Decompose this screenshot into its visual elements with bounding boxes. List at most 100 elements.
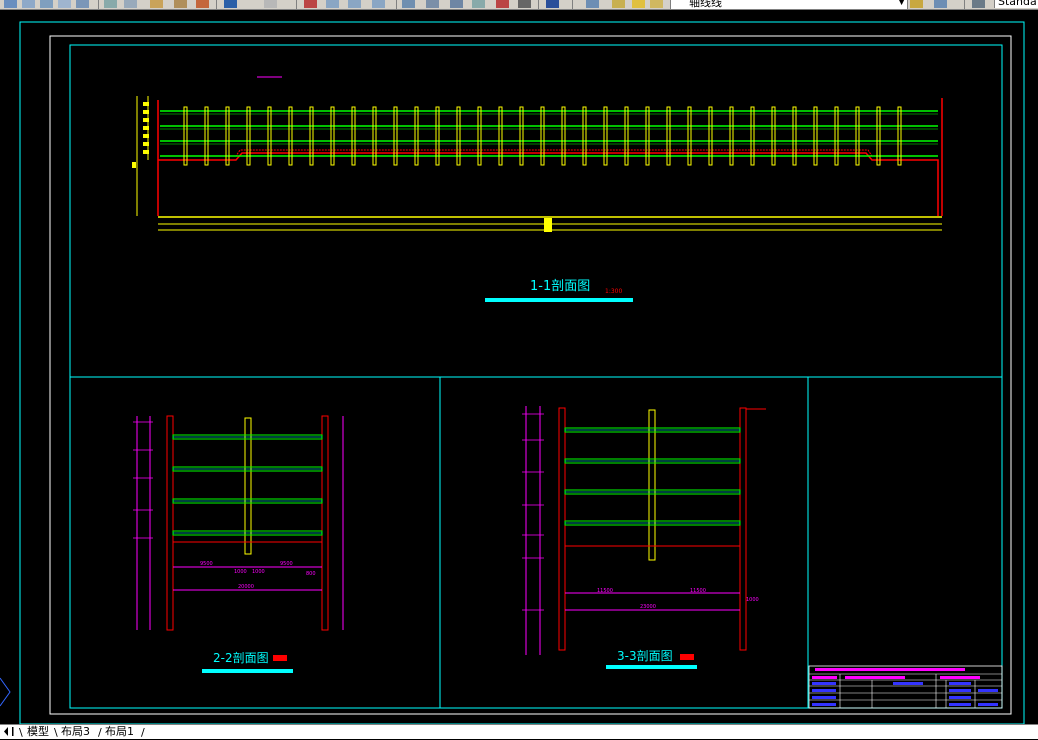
ucs-icon: [0, 677, 11, 707]
toolbar-separator: [538, 0, 539, 9]
left-wall: [166, 415, 174, 631]
title-block-text: [949, 696, 971, 699]
dimension-mark: [143, 110, 149, 114]
text-style-name: Standa: [998, 0, 1037, 8]
layer-freeze-icon[interactable]: [632, 0, 645, 8]
tab-layout-1[interactable]: 布局1: [102, 725, 137, 739]
dim-right-half: 11500: [690, 588, 706, 594]
match-properties-icon[interactable]: [174, 0, 187, 8]
dimension-mark: [143, 142, 149, 146]
dim-right-half: 9500: [280, 561, 293, 567]
toolbar-separator: [216, 0, 217, 9]
title-block-text: [978, 703, 998, 706]
help-icon[interactable]: [546, 0, 559, 8]
sheet-set-icon[interactable]: [472, 0, 485, 8]
dimension-mark: [143, 126, 149, 130]
toolbar-separator: [296, 0, 297, 9]
save-icon[interactable]: [40, 0, 53, 8]
dim-left-half: 11500: [597, 588, 613, 594]
title-underline: [202, 669, 293, 673]
copy-icon[interactable]: [124, 0, 137, 8]
scale-mark: [273, 655, 287, 661]
section-1-scale: 1:300: [605, 288, 622, 295]
redo-icon[interactable]: [264, 0, 277, 8]
dimension-marks: [132, 102, 149, 168]
pan-icon[interactable]: [304, 0, 317, 8]
dimension-mark: [132, 162, 136, 168]
dim-center-a: 1000: [234, 569, 247, 575]
toolbar-separator: [572, 0, 573, 9]
dimension-mark: [143, 118, 149, 122]
strut-group: [160, 110, 938, 157]
markup-icon[interactable]: [496, 0, 509, 8]
make-current-layer-icon[interactable]: [910, 0, 923, 8]
preview-icon[interactable]: [76, 0, 89, 8]
toolbar: 轴线线 ▼ Standa: [0, 0, 1038, 10]
chevron-down-icon: ▼: [898, 0, 905, 7]
right-wall: [321, 415, 329, 631]
right-wall: [739, 407, 747, 651]
title-block-frame: [808, 665, 1003, 709]
section-2-title: 2-2剖面图: [213, 651, 269, 665]
paste-icon[interactable]: [150, 0, 163, 8]
calculator-icon[interactable]: [518, 0, 531, 8]
layer-state-icon[interactable]: [612, 0, 625, 8]
toolbar-separator: [964, 0, 965, 9]
text-style-icon[interactable]: [972, 0, 985, 8]
section-3-title: 3-3剖面图: [617, 649, 673, 663]
zoom-realtime-icon[interactable]: [326, 0, 339, 8]
section-3-3: 11500 11500 1000 23000 3-3剖面图: [522, 406, 766, 669]
title-block-text: [940, 676, 980, 679]
dimension-mark: [143, 134, 149, 138]
layer-previous-icon[interactable]: [934, 0, 947, 8]
dim-right-small: 1000: [746, 597, 759, 603]
undo-icon[interactable]: [224, 0, 237, 8]
dimension-mark: [143, 102, 149, 106]
title-block-text: [949, 682, 971, 685]
block-editor-icon[interactable]: [196, 0, 209, 8]
title-block-text: [812, 682, 836, 685]
layer-manager-icon[interactable]: [586, 0, 599, 8]
zoom-previous-icon[interactable]: [372, 0, 385, 8]
tool-palettes-icon[interactable]: [450, 0, 463, 8]
layer-lock-icon[interactable]: [650, 0, 663, 8]
title-block-text: [812, 689, 836, 692]
scale-mark: [680, 654, 694, 660]
tab-model[interactable]: 模型: [24, 725, 52, 739]
center-pile: [244, 417, 252, 555]
drawing-canvas[interactable]: 1-1剖面图 1:300 9500 9500 1000 1000 800 200…: [0, 10, 1038, 725]
title-block-text: [815, 668, 965, 671]
tab-first-icon[interactable]: [4, 727, 8, 736]
paper-border: [49, 35, 1012, 715]
dim-center-b: 1000: [252, 569, 265, 575]
section-1-title: 1-1剖面图: [530, 279, 590, 294]
print-icon[interactable]: [58, 0, 71, 8]
tab-next-icon[interactable]: [12, 727, 16, 736]
tab-layout-3[interactable]: 布局3: [58, 725, 93, 739]
section-1-1: 1-1剖面图 1:300: [132, 76, 943, 302]
title-block-text: [812, 696, 836, 699]
layer-name: 轴线线: [689, 0, 722, 9]
title-underline: [606, 665, 697, 669]
text-style-dropdown[interactable]: Standa: [994, 0, 1038, 8]
title-block: [808, 665, 1003, 709]
strut-group: [133, 421, 323, 539]
dimension-text-block: [544, 218, 552, 232]
title-block-text: [812, 676, 837, 679]
zoom-window-icon[interactable]: [348, 0, 361, 8]
strut-group: [522, 413, 741, 611]
cut-icon[interactable]: [104, 0, 117, 8]
title-block-text: [949, 703, 971, 706]
design-center-icon[interactable]: [426, 0, 439, 8]
viewport-frame: [19, 21, 1025, 725]
layout-tab-bar: \ 模型 \ 布局3 / 布局1 /: [0, 724, 1038, 739]
layers-icon[interactable]: [4, 0, 17, 8]
drawing-svg: 1-1剖面图 1:300 9500 9500 1000 1000 800 200…: [0, 21, 1025, 725]
dimension-mark: [143, 150, 149, 154]
title-block-text: [978, 689, 998, 692]
dim-total: 23000: [640, 604, 656, 610]
properties-icon[interactable]: [402, 0, 415, 8]
open-icon[interactable]: [22, 0, 35, 8]
title-block-text: [949, 689, 971, 692]
layer-dropdown[interactable]: 轴线线 ▼: [670, 0, 908, 9]
